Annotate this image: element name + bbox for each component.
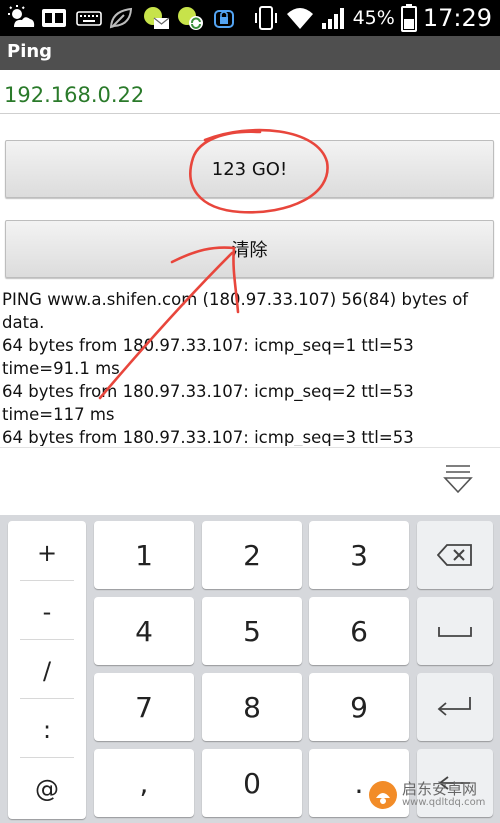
key-6[interactable]: 6 xyxy=(309,597,409,665)
symbol-column: + - / : @ xyxy=(8,521,86,819)
output-line: 64 bytes from 180.97.33.107: icmp_seq=3 … xyxy=(2,428,414,446)
key-plus[interactable]: + xyxy=(8,523,86,582)
divider xyxy=(20,757,74,758)
keyboard-icon xyxy=(76,11,102,26)
key-0[interactable]: 0 xyxy=(202,749,302,817)
key-7[interactable]: 7 xyxy=(94,673,194,741)
go-button[interactable]: 123 GO! xyxy=(5,140,494,198)
hide-keyboard-icon[interactable] xyxy=(442,461,474,497)
divider xyxy=(20,698,74,699)
sim-card-icon xyxy=(42,9,66,27)
wifi-icon xyxy=(286,8,313,29)
keyboard-toolbar xyxy=(0,447,500,516)
watermark-text-block: 启东安卓网 www.qdltdq.com xyxy=(402,780,486,809)
key-9[interactable]: 9 xyxy=(309,673,409,741)
ip-address-input[interactable] xyxy=(0,77,500,113)
watermark: 启东安卓网 www.qdltdq.com xyxy=(368,780,485,810)
key-at[interactable]: @ xyxy=(8,759,86,818)
output-line: 64 bytes from 180.97.33.107: icmp_seq=2 … xyxy=(2,382,414,424)
battery-percent: 45% xyxy=(352,7,395,29)
signal-icon xyxy=(321,8,344,29)
enter-key[interactable] xyxy=(417,673,493,741)
vibrate-icon xyxy=(254,6,277,30)
app-bar: Ping xyxy=(0,36,500,70)
battery-icon xyxy=(400,4,417,32)
divider xyxy=(20,639,74,640)
enter-icon xyxy=(437,697,471,716)
watermark-url: www.qdltdq.com xyxy=(402,797,486,808)
status-right: 45% 17:29 xyxy=(253,0,492,36)
weather-icon xyxy=(8,5,35,27)
app-title: Ping xyxy=(7,41,53,62)
backspace-key[interactable] xyxy=(417,521,493,589)
watermark-text: 启东安卓网 xyxy=(402,780,478,798)
mail-notification-icon xyxy=(144,7,170,29)
key-3[interactable]: 3 xyxy=(309,521,409,589)
input-underline xyxy=(0,113,500,114)
key-8[interactable]: 8 xyxy=(202,673,302,741)
key-1[interactable]: 1 xyxy=(94,521,194,589)
key-2[interactable]: 2 xyxy=(202,521,302,589)
clear-button[interactable]: 清除 xyxy=(5,220,494,278)
output-line: PING www.a.shifen.com (180.97.33.107) 56… xyxy=(2,290,469,332)
key-colon[interactable]: : xyxy=(8,700,86,759)
sync-notification-icon xyxy=(178,7,203,30)
app-lock-icon xyxy=(214,10,234,28)
space-key[interactable] xyxy=(417,597,493,665)
key-slash[interactable]: / xyxy=(8,641,86,700)
output-line: 64 bytes from 180.97.33.107: icmp_seq=1 … xyxy=(2,336,414,378)
watermark-logo-icon xyxy=(369,781,397,809)
status-bar: 45% 17:29 xyxy=(0,0,500,36)
key-minus[interactable]: - xyxy=(8,582,86,641)
space-icon xyxy=(438,627,472,637)
divider xyxy=(20,580,74,581)
leaf-icon xyxy=(109,7,133,29)
clock: 17:29 xyxy=(422,4,492,32)
backspace-icon xyxy=(437,544,472,566)
key-comma[interactable]: , xyxy=(94,749,194,817)
ping-output: PING www.a.shifen.com (180.97.33.107) 56… xyxy=(2,288,498,446)
key-4[interactable]: 4 xyxy=(94,597,194,665)
key-5[interactable]: 5 xyxy=(202,597,302,665)
